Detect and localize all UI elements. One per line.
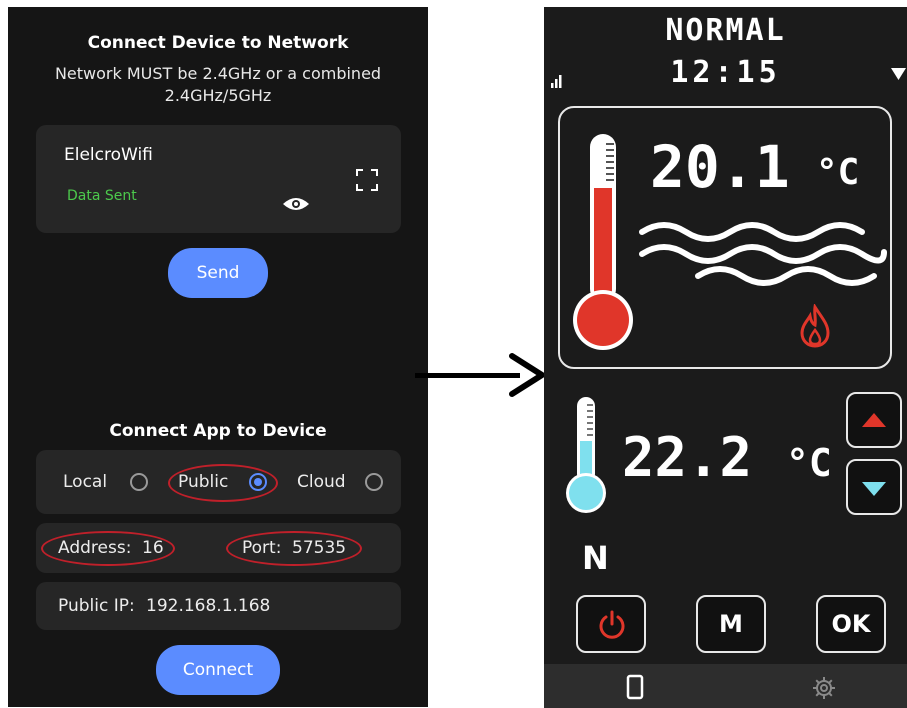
thermometer-cold-icon xyxy=(566,397,606,513)
signal-icon xyxy=(551,75,562,88)
ok-button[interactable]: OK xyxy=(816,595,886,653)
connect-button[interactable]: Connect xyxy=(156,645,280,695)
power-button[interactable] xyxy=(576,595,646,653)
arrow-head-icon xyxy=(509,353,545,397)
address-value[interactable]: 16 xyxy=(142,538,164,558)
temp-down-button[interactable] xyxy=(846,459,902,515)
temp-up-button[interactable] xyxy=(846,392,902,448)
network-section-title: Connect Device to Network xyxy=(87,33,349,53)
radio-public-label: Public xyxy=(178,472,229,492)
radio-public[interactable] xyxy=(249,473,267,491)
address-port-card: Address: 16 Port: 57535 xyxy=(36,523,401,573)
connection-type-card: Local Public Cloud xyxy=(36,450,401,514)
port-label: Port: xyxy=(242,538,282,558)
wifi-name[interactable]: ElelcroWifi xyxy=(64,145,153,165)
menu-button[interactable]: M xyxy=(696,595,766,653)
dropdown-triangle-icon[interactable] xyxy=(890,67,907,81)
current-temperature: 20.1 xyxy=(650,133,790,201)
waves-icon xyxy=(639,222,887,286)
app-screen: Connect Device to Network Network MUST b… xyxy=(8,7,428,707)
app-section-title: Connect App to Device xyxy=(109,421,327,441)
device-screen: NORMAL 12:15 20.1 °C 22.2 °C N M OK xyxy=(544,7,907,708)
power-icon xyxy=(599,610,625,639)
clock-time: 12:15 xyxy=(670,55,781,90)
network-requirement-line2: 2.4GHz/5GHz xyxy=(164,86,272,105)
flame-icon xyxy=(800,304,830,348)
eye-icon[interactable] xyxy=(282,195,310,213)
public-ip-card: Public IP: 192.168.1.168 xyxy=(36,582,401,630)
status-text: Data Sent xyxy=(67,188,137,204)
mode-title: NORMAL xyxy=(665,13,786,48)
mode-letter: N xyxy=(582,539,609,577)
public-ip-label: Public IP: xyxy=(58,596,135,616)
radio-cloud[interactable] xyxy=(365,473,383,491)
set-temperature: 22.2 xyxy=(622,426,753,489)
triangle-down-icon xyxy=(862,482,886,496)
main-temp-panel: 20.1 °C xyxy=(558,106,892,369)
wifi-card: ElelcroWifi Data Sent xyxy=(36,125,401,233)
set-temp-unit: °C xyxy=(786,441,832,485)
radio-local-label: Local xyxy=(63,472,108,492)
phone-icon[interactable] xyxy=(626,674,644,700)
address-label: Address: xyxy=(58,538,132,558)
radio-cloud-label: Cloud xyxy=(297,472,346,492)
triangle-up-icon xyxy=(862,413,886,427)
network-requirement-line1: Network MUST be 2.4GHz or a combined xyxy=(54,64,382,83)
gear-icon[interactable] xyxy=(812,676,836,700)
current-temp-unit: °C xyxy=(816,152,860,193)
send-button[interactable]: Send xyxy=(168,248,268,298)
radio-local[interactable] xyxy=(130,473,148,491)
bottom-nav-bar xyxy=(544,664,907,708)
port-value[interactable]: 57535 xyxy=(292,538,346,558)
arrow-line xyxy=(415,373,520,378)
public-ip-value[interactable]: 192.168.1.168 xyxy=(146,596,270,616)
scan-icon[interactable] xyxy=(354,167,380,193)
thermometer-hot-icon xyxy=(573,134,633,350)
